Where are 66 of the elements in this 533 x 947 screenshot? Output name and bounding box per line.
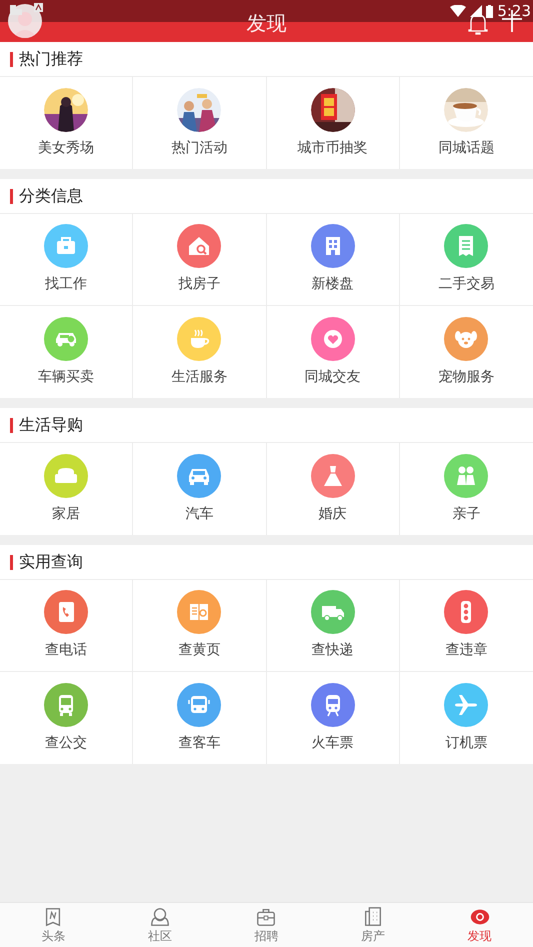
grid-item[interactable]: 生活服务: [133, 306, 266, 398]
item-label: 车辆买卖: [38, 368, 94, 386]
item-label: 同城话题: [438, 138, 494, 158]
grid-item[interactable]: 查黄页: [133, 580, 266, 672]
item-label: 宠物服务: [438, 368, 494, 386]
item-label: 查黄页: [178, 641, 220, 660]
item-label: 找工作: [45, 275, 88, 294]
grid-item[interactable]: 找工作: [0, 214, 134, 306]
grid-item[interactable]: 查快递: [266, 580, 400, 672]
item-label: 二手交易: [438, 275, 494, 294]
grid-item[interactable]: 家居: [0, 443, 134, 535]
item-label: 婚庆: [318, 504, 347, 524]
grid-item[interactable]: 宠物服务: [400, 306, 533, 398]
grid-item[interactable]: 同城交友: [266, 306, 400, 398]
grid-item[interactable]: 订机票: [400, 672, 533, 764]
item-label: 查违章: [445, 641, 488, 660]
item-label: 新楼盘: [312, 275, 354, 294]
grid-item[interactable]: 查客车: [133, 672, 266, 764]
section-title: 实用查询: [19, 551, 83, 573]
battery-icon: [486, 4, 494, 18]
item-label: 汽车: [185, 504, 214, 524]
grid-item[interactable]: 同城话题: [400, 77, 533, 169]
grid-item[interactable]: 亲子: [400, 443, 533, 535]
grid-item[interactable]: 婚庆: [266, 443, 400, 535]
item-label: 查电话: [45, 641, 88, 660]
item-label: 火车票: [312, 734, 354, 752]
item-label: 找房子: [178, 275, 220, 294]
item-label: 查快递: [312, 641, 354, 660]
grid-item[interactable]: 汽车: [133, 443, 266, 535]
item-label: 生活服务: [171, 368, 228, 386]
notification-icon: [8, 3, 24, 17]
grid-item[interactable]: 找房子: [133, 214, 266, 306]
nav-tab[interactable]: 发现: [426, 903, 533, 947]
status-time: 5:23: [497, 4, 531, 18]
item-label: 美女秀场: [38, 138, 94, 158]
grid-item[interactable]: 查公交: [0, 672, 134, 764]
page-title: 发现: [246, 11, 286, 35]
item-label: 城市币抽奖: [298, 138, 368, 158]
item-label: 同城交友: [304, 368, 361, 386]
nav-tab[interactable]: 房产: [320, 903, 426, 947]
briefcase-icon: [255, 906, 278, 928]
grid-item[interactable]: 车辆买卖: [0, 306, 134, 398]
section-title: 热门推荐: [19, 48, 83, 70]
signal-icon: [470, 5, 482, 17]
wifi-icon: [450, 5, 466, 17]
grid-item[interactable]: 火车票: [266, 672, 400, 764]
section-title: 生活导购: [19, 414, 83, 436]
item-label: 家居: [52, 504, 80, 524]
grid-item[interactable]: 热门活动: [133, 77, 266, 169]
item-label: 热门活动: [171, 138, 228, 158]
bell-icon: [467, 12, 489, 36]
item-label: 亲子: [452, 504, 480, 524]
item-label: 订机票: [445, 734, 488, 752]
nav-tab[interactable]: 招聘: [213, 903, 320, 947]
grid-item[interactable]: 查电话: [0, 580, 134, 672]
grid-item[interactable]: 城市币抽奖: [266, 77, 400, 169]
grid-item[interactable]: 二手交易: [400, 214, 533, 306]
grid-item[interactable]: 查违章: [400, 580, 533, 672]
keyboard-icon: [34, 3, 43, 12]
grid-item[interactable]: 美女秀场: [0, 77, 134, 169]
nav-tab[interactable]: 头条: [0, 903, 107, 947]
section-title: 分类信息: [19, 185, 83, 207]
nav-tab[interactable]: 社区: [106, 903, 214, 947]
grid-item[interactable]: 新楼盘: [266, 214, 400, 306]
item-label: 查客车: [178, 734, 220, 752]
item-label: 查公交: [45, 734, 88, 752]
